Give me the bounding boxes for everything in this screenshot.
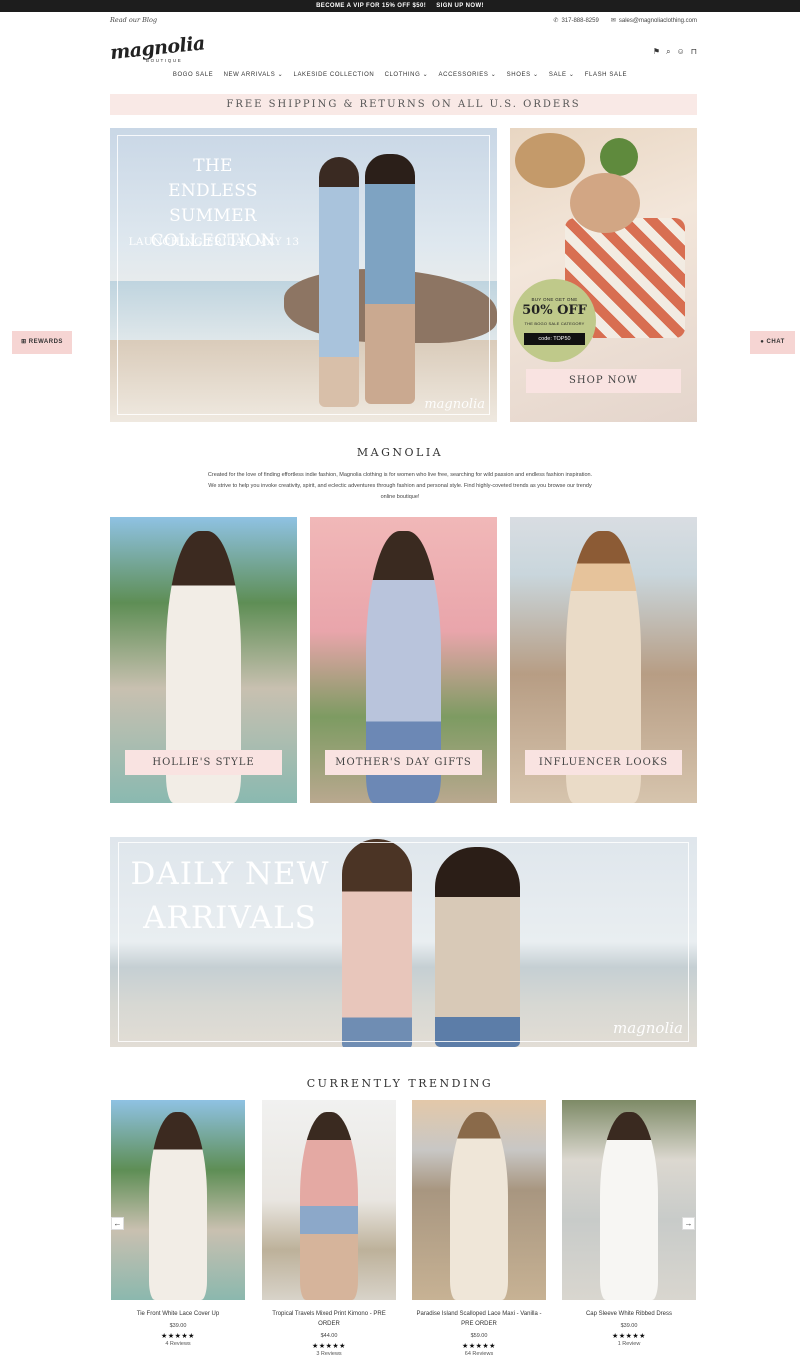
nav-clothing[interactable]: CLOTHING ⌄ (385, 72, 429, 78)
blog-link[interactable]: Read our Blog (110, 16, 157, 24)
product-price: $59.00 (470, 1333, 488, 1339)
tile-label[interactable]: MOTHER'S DAY GIFTS (325, 750, 482, 775)
nav-flash-sale[interactable]: FLASH SALE (585, 72, 627, 78)
hero-banner[interactable]: THE ENDLESS SUMMER COLLECTION LAUNCHING … (110, 128, 497, 422)
tile-influencer-looks[interactable]: INFLUENCER LOOKS (510, 517, 697, 803)
nav-new-arrivals[interactable]: NEW ARRIVALS ⌄ (224, 72, 284, 78)
product-card[interactable]: Tropical Travels Mixed Print Kimono - PR… (262, 1100, 396, 1357)
product-review-count[interactable]: 3 Reviews (262, 1351, 396, 1357)
new-arrivals-banner[interactable]: DAILY NEW ARRIVALS magnolia (110, 837, 697, 1047)
rewards-label: REWARDS (28, 339, 63, 345)
promo-model-image (570, 173, 640, 233)
arrivals-title: DAILY NEW ARRIVALS (125, 852, 335, 940)
tile-label[interactable]: HOLLIE'S STYLE (125, 750, 282, 775)
product-name[interactable]: Tropical Travels Mixed Print Kimono - PR… (262, 1309, 396, 1329)
hero-launch-date: LAUNCHING FRIDAY, MAY 13 (128, 236, 300, 248)
header-icons: ⚑ ⌕ ☺ ⊓ (653, 47, 697, 57)
bag-icon[interactable]: ⊓ (691, 47, 697, 57)
product-card[interactable]: Tie Front White Lace Cover Up $39.00 ★★★… (111, 1100, 245, 1347)
product-model (299, 1112, 359, 1300)
product-image[interactable] (412, 1100, 546, 1300)
about-text: Created for the love of finding effortle… (207, 472, 593, 500)
email-address: sales@magnoliaclothing.com (618, 17, 697, 24)
site-logo[interactable]: magnolia BOUTIQUE (109, 32, 206, 68)
shop-now-button[interactable]: SHOP NOW (526, 369, 681, 393)
product-image[interactable] (562, 1100, 696, 1300)
flag-icon[interactable]: ⚑ (653, 47, 660, 57)
promo-melon-image (600, 138, 638, 176)
shipping-banner[interactable]: FREE SHIPPING & RETURNS ON ALL U.S. ORDE… (110, 94, 697, 115)
vip-offer-text[interactable]: BECOME A VIP FOR 15% OFF $50! (316, 3, 426, 9)
bogo-category: THE BOGO SALE CATEGORY (524, 321, 585, 326)
hero-title-line: ENDLESS SUMMER (168, 181, 258, 226)
carousel-prev-button[interactable]: ← (111, 1217, 124, 1230)
product-model (148, 1112, 208, 1300)
utility-bar: Read our Blog ✆ 317-888-8259 ✉ sales@magno… (110, 12, 697, 30)
product-review-count[interactable]: 64 Reviews (412, 1351, 546, 1357)
nav-sale[interactable]: SALE ⌄ (549, 72, 575, 78)
main-nav: BOGO SALE NEW ARRIVALS ⌄ LAKESIDE COLLEC… (0, 71, 800, 78)
hero-watermark-logo: magnolia (424, 397, 485, 412)
chat-tab[interactable]: ● CHAT (750, 331, 795, 354)
search-icon[interactable]: ⌕ (666, 47, 670, 57)
arrow-left-icon: ← (113, 1219, 122, 1228)
hero-title-line: THE (193, 156, 233, 176)
tile-hollies-style[interactable]: HOLLIE'S STYLE (110, 517, 297, 803)
bogo-label: BUY ONE GET ONE (531, 297, 578, 302)
mail-icon: ✉ (610, 18, 616, 24)
phone-icon: ✆ (553, 18, 559, 24)
rewards-tab[interactable]: ⊞ REWARDS (12, 331, 72, 354)
phone-number: 317-888-8259 (561, 17, 599, 24)
nav-shoes[interactable]: SHOES ⌄ (507, 72, 539, 78)
product-name[interactable]: Tie Front White Lace Cover Up (111, 1309, 245, 1319)
trending-title: CURRENTLY TRENDING (306, 1077, 494, 1090)
arrivals-title-line: DAILY NEW (130, 856, 330, 892)
promo-code: code: TOP50 (524, 333, 585, 345)
email-contact[interactable]: ✉ sales@magnoliaclothing.com (610, 17, 697, 25)
tile-mothers-day-gifts[interactable]: MOTHER'S DAY GIFTS (310, 517, 497, 803)
product-name[interactable]: Cap Sleeve White Ribbed Dress (562, 1309, 696, 1319)
bogo-badge: BUY ONE GET ONE 50% OFF THE BOGO SALE CA… (513, 279, 596, 362)
nav-accessories[interactable]: ACCESSORIES ⌄ (439, 72, 497, 78)
discount-value: 50% OFF (522, 303, 587, 318)
product-model (599, 1112, 659, 1300)
product-image[interactable] (262, 1100, 396, 1300)
phone-contact[interactable]: ✆ 317-888-8259 (553, 17, 599, 25)
product-model (449, 1112, 509, 1300)
product-rating-stars: ★★★★★ (462, 1343, 496, 1350)
product-rating-stars: ★★★★★ (161, 1333, 195, 1340)
carousel-next-button[interactable]: → (682, 1217, 695, 1230)
product-price: $39.00 (620, 1323, 638, 1329)
arrow-right-icon: → (684, 1219, 693, 1228)
product-card[interactable]: Paradise Island Scalloped Lace Maxi - Va… (412, 1100, 546, 1357)
gift-icon: ⊞ (21, 339, 29, 345)
contact-info: ✆ 317-888-8259 ✉ sales@magnoliaclothing.co… (553, 17, 697, 25)
sign-up-link[interactable]: SIGN UP NOW! (436, 3, 484, 9)
product-rating-stars: ★★★★★ (312, 1343, 346, 1350)
logo-subtitle: BOUTIQUE (146, 58, 183, 63)
product-card[interactable]: Cap Sleeve White Ribbed Dress $39.00 ★★★… (562, 1100, 696, 1347)
promo-hat-image (515, 133, 585, 188)
product-review-count[interactable]: 4 Reviews (111, 1341, 245, 1347)
product-name[interactable]: Paradise Island Scalloped Lace Maxi - Va… (412, 1309, 546, 1329)
product-price: $39.00 (169, 1323, 187, 1329)
product-review-count[interactable]: 1 Review (562, 1341, 696, 1347)
product-image[interactable] (111, 1100, 245, 1300)
product-price: $44.00 (320, 1333, 338, 1339)
user-icon[interactable]: ☺ (677, 47, 685, 57)
chat-label: CHAT (766, 339, 785, 345)
announcement-bar: BECOME A VIP FOR 15% OFF $50! SIGN UP NO… (0, 0, 800, 12)
about-title: MAGNOLIA (356, 446, 444, 459)
nav-lakeside-collection[interactable]: LAKESIDE COLLECTION (294, 72, 375, 78)
arrivals-watermark-logo: magnolia (613, 1019, 683, 1037)
tile-label[interactable]: INFLUENCER LOOKS (525, 750, 682, 775)
nav-bogo-sale[interactable]: BOGO SALE (173, 72, 213, 78)
arrivals-title-line: ARRIVALS (143, 900, 317, 936)
product-rating-stars: ★★★★★ (612, 1333, 646, 1340)
